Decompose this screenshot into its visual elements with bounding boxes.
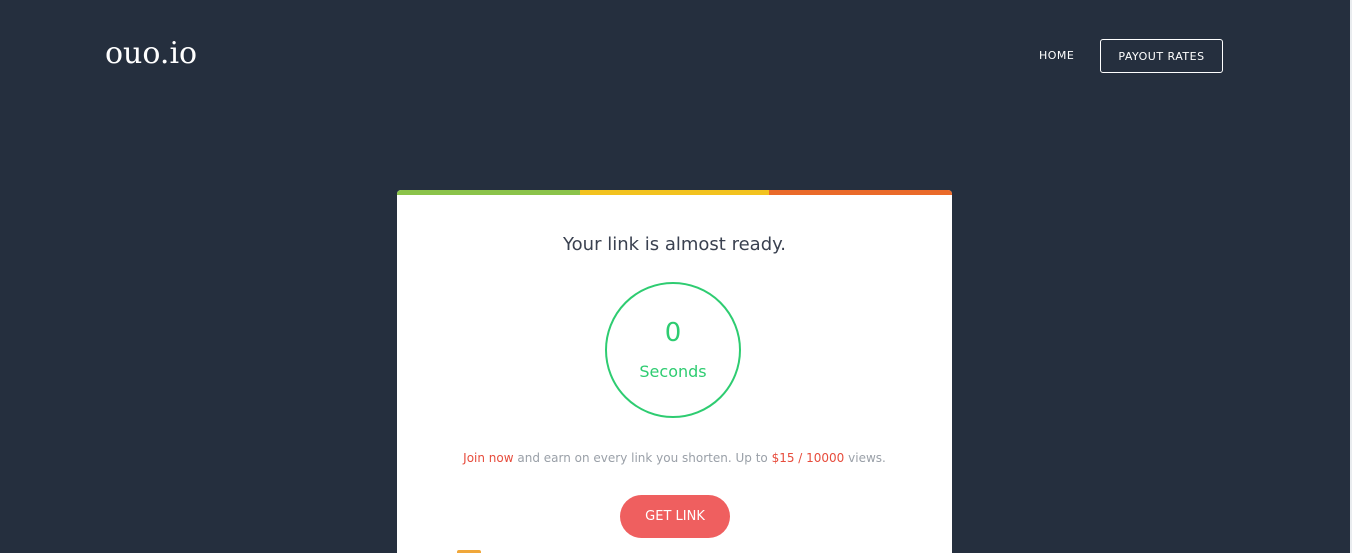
card-stripe-orange	[769, 190, 952, 195]
promo-text-middle: and earn on every link you shorten. Up t…	[513, 451, 772, 465]
countdown-unit: Seconds	[639, 362, 707, 381]
promo-rate: $15 / 10000	[771, 451, 845, 465]
promo-text-end: views.	[844, 451, 886, 465]
promo-text: Join now and earn on every link you shor…	[397, 451, 952, 465]
countdown-timer: 0 Seconds	[605, 282, 741, 418]
payout-rates-button[interactable]: PAYOUT RATES	[1100, 39, 1223, 73]
get-link-button[interactable]: GET LINK	[620, 495, 730, 538]
card-stripe-green	[397, 190, 580, 195]
nav-home-link[interactable]: HOME	[1039, 49, 1074, 62]
countdown-count: 0	[664, 318, 682, 348]
page: ouo.io HOME PAYOUT RATES Your link is al…	[0, 0, 1352, 553]
logo[interactable]: ouo.io	[105, 36, 197, 71]
card-stripe-yellow	[580, 190, 769, 195]
link-card: Your link is almost ready. 0 Seconds Joi…	[397, 190, 952, 553]
card-headline: Your link is almost ready.	[563, 234, 786, 255]
join-now-link[interactable]: Join now	[463, 451, 513, 465]
